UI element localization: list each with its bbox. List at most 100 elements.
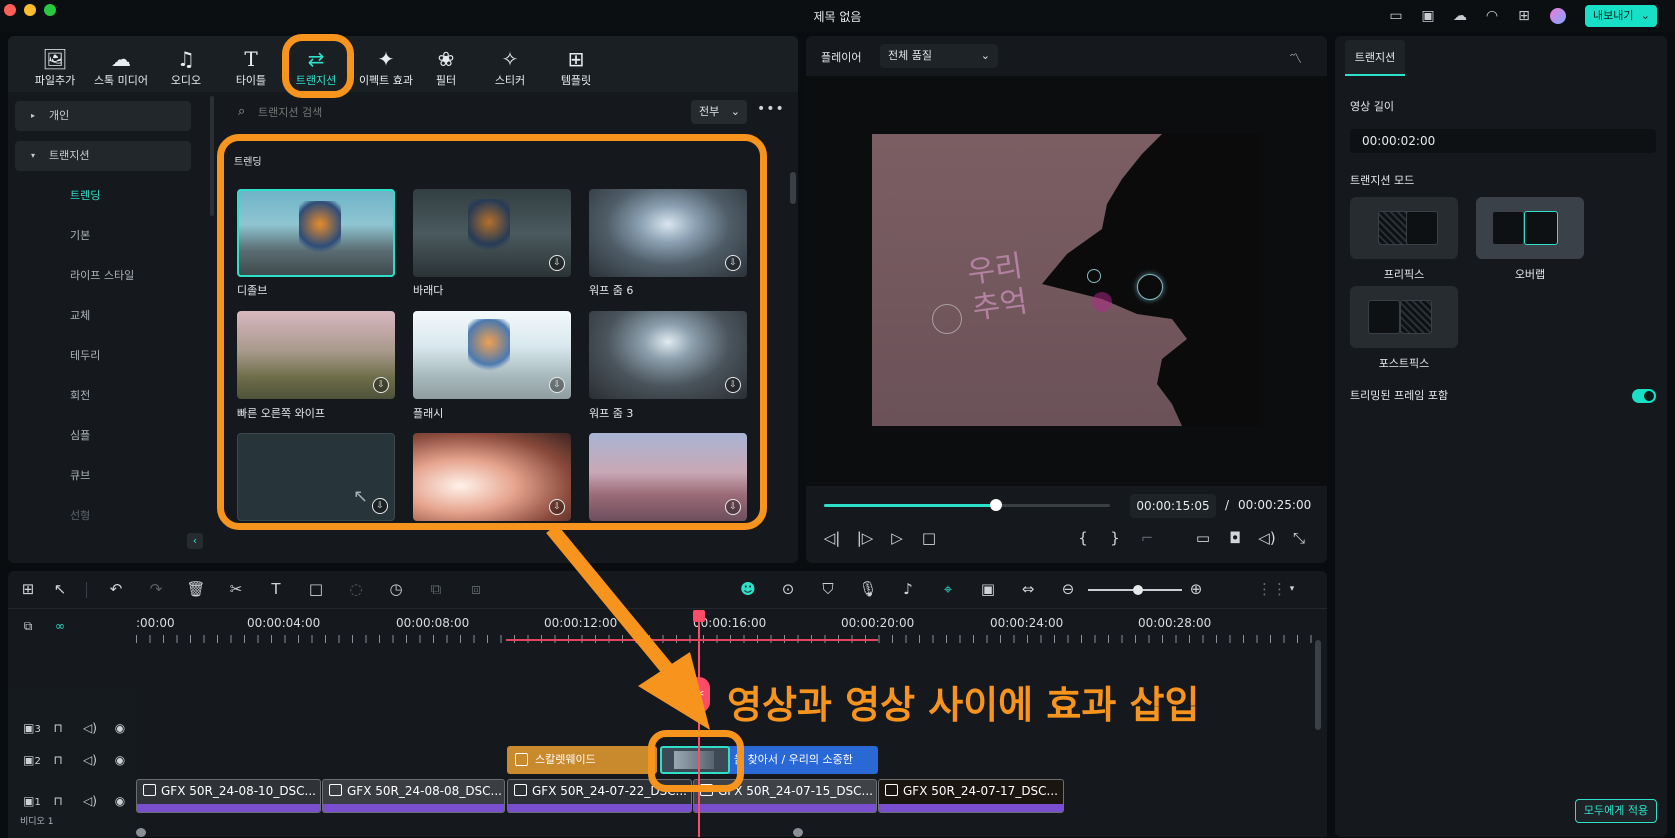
text-icon[interactable]: T (265, 578, 287, 600)
volume-icon[interactable]: ◁) (81, 751, 99, 769)
sidebar-item-transition[interactable]: ▾ 트랜지션 (15, 141, 191, 171)
sidebar-item-trending[interactable]: 트렌딩 (15, 181, 191, 211)
fit-icon[interactable]: ⇔ (1017, 578, 1039, 600)
sidebar-item-linear[interactable]: 선형 (15, 501, 191, 531)
grid-icon[interactable]: ⋮⋮ (1257, 578, 1287, 600)
lock-icon[interactable]: ⊓ (49, 792, 67, 810)
collapse-sidebar-button[interactable]: ‹ (187, 533, 203, 549)
search-input[interactable] (258, 102, 558, 122)
trim-toggle[interactable] (1632, 389, 1656, 403)
sidebar-item-border[interactable]: 테두리 (15, 341, 191, 371)
eye-icon[interactable]: ◉ (111, 719, 129, 737)
clip-handle[interactable] (136, 828, 146, 837)
volume-icon[interactable]: ◁) (81, 719, 99, 737)
mode-prefix-card[interactable] (1350, 197, 1458, 259)
shield-icon[interactable]: ⛉ (817, 578, 839, 600)
clip-handle[interactable] (793, 828, 803, 837)
ai-copilot-icon[interactable]: ☻ (737, 578, 759, 600)
link-icon[interactable]: ∞ (51, 617, 69, 635)
volume-icon[interactable]: ◁) (1257, 528, 1277, 548)
undo-icon[interactable]: ↶ (105, 578, 127, 600)
cloud-upload-icon[interactable]: ☁ (1451, 8, 1469, 24)
current-time[interactable]: 00:00:15:05 (1130, 494, 1216, 518)
playback-scrubber[interactable] (989, 499, 1002, 511)
sidebar-item-replace[interactable]: 교체 (15, 301, 191, 331)
save-icon[interactable]: ▣ (1419, 8, 1437, 24)
redo-icon[interactable]: ↷ (145, 578, 167, 600)
apps-grid-icon[interactable]: ⊞ (1515, 8, 1533, 24)
mark-out-icon[interactable]: } (1105, 528, 1125, 548)
video-clip[interactable]: GFX 50R_24-08-10_DSC... (136, 779, 321, 813)
prev-frame-icon[interactable]: ◁| (822, 528, 842, 548)
sidebar-item-simple[interactable]: 심플 (15, 421, 191, 451)
snapshot-icon[interactable]: ◘ (1225, 528, 1245, 548)
marker-icon[interactable]: ⌐ (1137, 528, 1157, 548)
select-icon[interactable]: ↖ (49, 578, 71, 600)
ai-icon[interactable]: ⧉ (425, 578, 447, 600)
video-clip[interactable]: GFX 50R_24-07-17_DSC... (878, 779, 1064, 813)
video-clip[interactable]: GFX 50R_24-08-08_DSC... (322, 779, 505, 813)
layout-icon[interactable]: ⊞ (17, 578, 39, 600)
split-icon[interactable]: ✂ (225, 578, 247, 600)
text-clip[interactable]: 을 찾아서 / 우리의 소중한 (726, 746, 878, 774)
fullscreen-icon[interactable]: ⤡ (1289, 528, 1309, 548)
layout-icon[interactable]: ▭ (1387, 8, 1405, 24)
mic-icon[interactable]: 🎙 (857, 578, 879, 600)
render-icon[interactable]: ⊙ (777, 578, 799, 600)
stop-icon[interactable]: □ (919, 528, 939, 548)
sidebar-item-lifestyle[interactable]: 라이프 스타일 (15, 261, 191, 291)
toolbar-label: 파일추가 (34, 74, 76, 87)
tab-transition[interactable]: 트랜지션 (1345, 40, 1405, 76)
speed-icon[interactable]: ◷ (385, 578, 407, 600)
play-icon[interactable]: ▷ (887, 528, 907, 548)
apply-all-button[interactable]: 모두에게 적용 (1575, 799, 1657, 823)
zoom-out-icon[interactable]: ⊖ (1057, 578, 1079, 600)
snap-icon[interactable]: ⌖ (937, 578, 959, 600)
chevron-down-icon[interactable]: ▾ (1281, 578, 1303, 600)
sidebar-item-personal[interactable]: ▸ 개인 (15, 101, 191, 131)
pip-icon[interactable]: ▣ (977, 578, 999, 600)
transition-clip-highlight (648, 730, 744, 792)
timeline-scrollbar[interactable] (1315, 640, 1321, 730)
mode-overlap-card[interactable] (1476, 197, 1584, 259)
more-icon[interactable]: ••• (757, 101, 785, 117)
clip-label: 스칼렛웨이드 (535, 753, 596, 766)
volume-icon[interactable]: ◁) (81, 792, 99, 810)
playback-progress (824, 504, 996, 507)
music-icon[interactable]: ♪ (897, 578, 919, 600)
playback-track[interactable] (824, 499, 1110, 511)
lock-icon[interactable]: ⊓ (49, 751, 67, 769)
lock-icon[interactable]: ⊓ (49, 719, 67, 737)
color-icon[interactable]: ◌ (345, 578, 367, 600)
eye-icon[interactable]: ◉ (111, 751, 129, 769)
zoom-slider[interactable] (1088, 585, 1182, 595)
library-highlight (217, 134, 767, 530)
avatar[interactable] (1550, 8, 1566, 24)
quality-dropdown[interactable]: 전체 품질 ⌄ (880, 44, 998, 68)
sidebar-item-basic[interactable]: 기본 (15, 221, 191, 251)
library-scrollbar[interactable] (790, 172, 796, 204)
waveform-icon[interactable]: 〽 (1289, 48, 1302, 67)
sidebar-item-rotate[interactable]: 회전 (15, 381, 191, 411)
crop-icon[interactable]: □ (305, 578, 327, 600)
headset-icon[interactable]: ◠ (1483, 8, 1501, 24)
total-time: 00:00:25:00 (1238, 498, 1312, 512)
mark-in-icon[interactable]: { (1073, 528, 1093, 548)
mode-postfix-card[interactable] (1350, 286, 1458, 348)
next-frame-icon[interactable]: |▷ (855, 528, 875, 548)
translate-icon[interactable]: ⧈ (465, 578, 487, 600)
zoom-in-icon[interactable]: ⊕ (1185, 578, 1207, 600)
sidebar-scrollbar[interactable] (210, 96, 214, 216)
title-clip[interactable]: 스칼렛웨이드 (507, 746, 657, 774)
duration-field[interactable] (1350, 129, 1656, 153)
eye-icon[interactable]: ◉ (111, 792, 129, 810)
filter-dropdown[interactable]: 전부 ⌄ (691, 100, 747, 124)
sidebar-item-cube[interactable]: 큐브 (15, 461, 191, 491)
track-2-icon: ▣2 (23, 753, 41, 767)
add-track-icon[interactable]: ⧉ (19, 617, 37, 635)
image-icon (143, 784, 156, 796)
export-button[interactable]: 내보내기 ⌄ (1585, 5, 1657, 27)
display-icon[interactable]: ▭ (1193, 528, 1213, 548)
annotation-arrow (546, 528, 710, 730)
delete-icon[interactable]: 🗑 (185, 578, 207, 600)
